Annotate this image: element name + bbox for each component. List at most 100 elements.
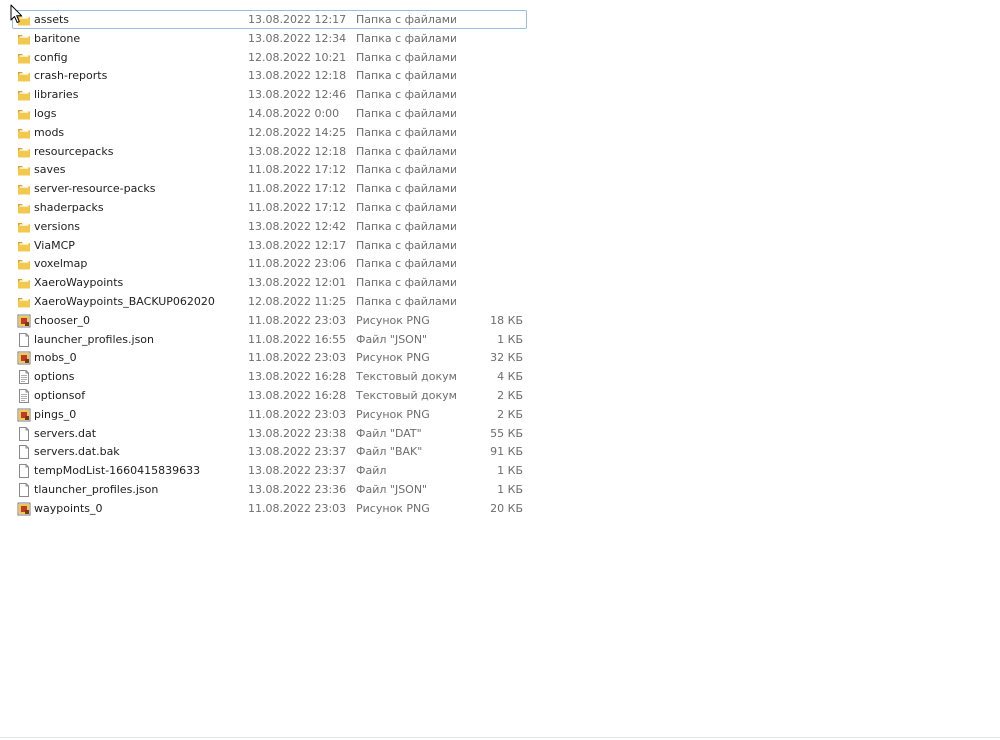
folder-icon bbox=[18, 241, 30, 252]
file-date-modified: 11.08.2022 17:12 bbox=[248, 182, 347, 196]
file-date-modified: 11.08.2022 23:03 bbox=[248, 313, 347, 327]
file-type: Папка с файлами bbox=[356, 163, 456, 177]
folder-icon bbox=[18, 34, 30, 45]
folder-icon bbox=[18, 91, 30, 101]
file-row[interactable]: mobs_0 11.08.2022 23:03 Рисунок PNG 32 КБ bbox=[12, 348, 527, 367]
file-date-modified: 13.08.2022 12:17 bbox=[248, 13, 347, 26]
file-row[interactable]: shaderpacks 11.08.2022 17:12 Папка с файла… bbox=[12, 198, 527, 217]
file-row[interactable]: resourcepacks 13.08.2022 12:18 Папка с фай… bbox=[12, 142, 527, 161]
file-row[interactable]: pings_0 11.08.2022 23:03 Рисунок PNG 2 КБ bbox=[12, 405, 527, 424]
status-divider bbox=[0, 737, 1000, 738]
file-name: crash-reports bbox=[34, 69, 108, 83]
file-row[interactable]: options 13.08.2022 16:28 Текстовый докум..… bbox=[12, 367, 527, 386]
file-row[interactable]: crash-reports 13.08.2022 12:18 Папка с фай… bbox=[12, 66, 527, 85]
file-row[interactable]: optionsof 13.08.2022 16:28 Текстовый докум… bbox=[12, 386, 527, 405]
file-size: 2 КБ bbox=[497, 388, 523, 402]
file-date-modified: 13.08.2022 12:01 bbox=[248, 276, 347, 290]
file-type: Папка с файлами bbox=[356, 219, 456, 233]
file-name: servers.dat bbox=[34, 426, 97, 440]
file-date-modified: 12.08.2022 14:25 bbox=[248, 125, 347, 139]
file-type: Текстовый докум... bbox=[356, 370, 456, 384]
file-type: Текстовый докум... bbox=[356, 388, 456, 402]
file-name: waypoints_0 bbox=[34, 501, 103, 515]
file-name: mods bbox=[34, 125, 65, 139]
file-name: options bbox=[34, 370, 75, 384]
file-row[interactable]: chooser_0 11.08.2022 23:03 Рисунок PNG 18 К… bbox=[12, 311, 527, 330]
file-type: Рисунок PNG bbox=[356, 407, 430, 421]
file-row[interactable]: libraries 13.08.2022 12:46 Папка с файлами bbox=[12, 85, 527, 104]
file-name: optionsof bbox=[34, 388, 86, 402]
mouse-cursor-icon bbox=[10, 4, 22, 23]
folder-icon bbox=[18, 222, 30, 233]
png-image-icon bbox=[17, 351, 31, 365]
file-row[interactable]: servers.dat.bak 13.08.2022 23:37 Файл "BAK… bbox=[12, 442, 527, 461]
file-type: Папка с файлами bbox=[356, 238, 456, 252]
file-type: Папка с файлами bbox=[356, 31, 456, 45]
file-date-modified: 13.08.2022 12:34 bbox=[248, 31, 347, 45]
file-type: Папка с файлами bbox=[356, 144, 456, 158]
file-date-modified: 14.08.2022 0:00 bbox=[248, 106, 340, 120]
file-date-modified: 12.08.2022 10:21 bbox=[248, 50, 347, 64]
file-size: 91 КБ bbox=[490, 445, 523, 459]
file-list-pane: assets 13.08.2022 12:17 Папка с файлами bar… bbox=[0, 0, 1000, 740]
png-image-icon bbox=[17, 502, 31, 516]
file-date-modified: 13.08.2022 12:17 bbox=[248, 238, 347, 252]
file-name: logs bbox=[34, 106, 57, 120]
file-icon bbox=[19, 464, 29, 479]
folder-icon bbox=[18, 203, 30, 214]
file-name: saves bbox=[34, 163, 66, 177]
file-type: Папка с файлами bbox=[356, 200, 456, 214]
file-name: shaderpacks bbox=[34, 200, 104, 214]
file-date-modified: 13.08.2022 16:28 bbox=[248, 370, 347, 384]
file-row[interactable]: server-resource-packs 11.08.2022 17:12 Пап… bbox=[12, 179, 527, 198]
file-row[interactable]: tlauncher_profiles.json 13.08.2022 23:36 Ф… bbox=[12, 480, 527, 499]
file-row[interactable]: logs 14.08.2022 0:00 Папка с файлами bbox=[12, 104, 527, 123]
file-row[interactable]: versions 13.08.2022 12:42 Папка с файлами bbox=[12, 217, 527, 236]
file-name: mobs_0 bbox=[34, 351, 77, 365]
file-name: XaeroWaypoints_BACKUP062020 bbox=[34, 294, 215, 308]
file-size: 2 КБ bbox=[497, 407, 523, 421]
folder-icon bbox=[18, 297, 30, 308]
file-row[interactable]: voxelmap 11.08.2022 23:06 Папка с файлами bbox=[12, 254, 527, 273]
file-row[interactable]: baritone 13.08.2022 12:34 Папка с файлами bbox=[12, 29, 527, 48]
file-date-modified: 13.08.2022 12:18 bbox=[248, 144, 347, 158]
file-date-modified: 13.08.2022 12:42 bbox=[248, 219, 347, 233]
file-name: libraries bbox=[34, 88, 79, 102]
file-type: Папка с файлами bbox=[356, 106, 456, 120]
file-type: Файл "DAT" bbox=[356, 426, 422, 440]
folder-icon bbox=[18, 128, 30, 139]
file-type: Папка с файлами bbox=[356, 69, 456, 83]
folder-icon bbox=[18, 166, 30, 176]
file-name: XaeroWaypoints bbox=[34, 276, 124, 290]
file-date-modified: 11.08.2022 23:06 bbox=[248, 257, 347, 271]
file-type: Файл "JSON" bbox=[356, 332, 428, 346]
file-name: pings_0 bbox=[34, 407, 77, 421]
file-size: 1 КБ bbox=[497, 464, 523, 478]
file-row[interactable]: launcher_profiles.json 11.08.2022 16:55 Фа… bbox=[12, 330, 527, 349]
png-image-icon bbox=[17, 314, 31, 328]
folder-icon bbox=[18, 109, 30, 120]
file-row[interactable]: waypoints_0 11.08.2022 23:03 Рисунок PNG 20… bbox=[12, 499, 527, 518]
file-date-modified: 13.08.2022 23:36 bbox=[248, 482, 347, 496]
file-name: resourcepacks bbox=[34, 144, 114, 158]
file-row[interactable]: XaeroWaypoints_BACKUP062020 12.08.2022 11… bbox=[12, 292, 527, 311]
file-row[interactable]: mods 12.08.2022 14:25 Папка с файлами bbox=[12, 123, 527, 142]
file-name: assets bbox=[34, 13, 70, 26]
file-row[interactable]: assets 13.08.2022 12:17 Папка с файлами bbox=[12, 10, 527, 29]
file-size: 55 КБ bbox=[490, 426, 523, 440]
file-name: baritone bbox=[34, 31, 81, 45]
file-row[interactable]: saves 11.08.2022 17:12 Папка с файлами bbox=[12, 160, 527, 179]
file-size: 32 КБ bbox=[490, 351, 523, 365]
file-row[interactable]: tempModList-1660415839633 13.08.2022 23:3… bbox=[12, 461, 527, 480]
file-type: Файл bbox=[356, 464, 387, 478]
file-date-modified: 11.08.2022 17:12 bbox=[248, 163, 347, 177]
file-date-modified: 13.08.2022 12:18 bbox=[248, 69, 347, 83]
folder-icon bbox=[18, 185, 30, 195]
file-row[interactable]: config 12.08.2022 10:21 Папка с файлами bbox=[12, 48, 527, 67]
file-row[interactable]: ViaMCP 13.08.2022 12:17 Папка с файлами bbox=[12, 236, 527, 255]
file-date-modified: 11.08.2022 17:12 bbox=[248, 200, 347, 214]
file-type: Папка с файлами bbox=[356, 50, 456, 64]
file-row[interactable]: XaeroWaypoints 13.08.2022 12:01 Папка с фа… bbox=[12, 273, 527, 292]
file-row[interactable]: servers.dat 13.08.2022 23:38 Файл "DAT" 55 … bbox=[12, 424, 527, 443]
file-name: versions bbox=[34, 219, 81, 233]
